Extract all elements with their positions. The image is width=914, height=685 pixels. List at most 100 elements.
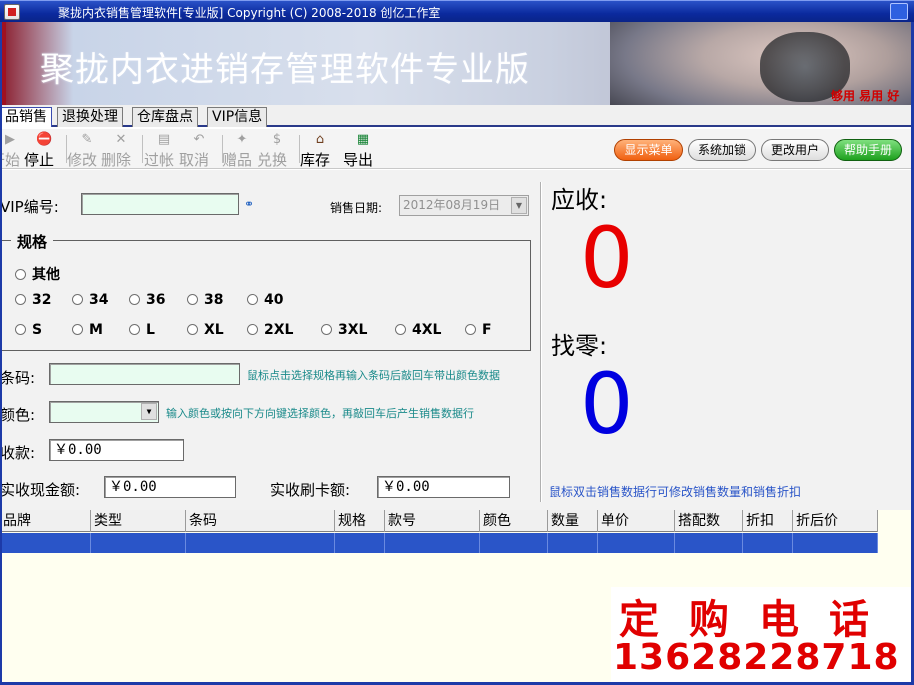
radio-dot — [129, 324, 140, 335]
column-spec[interactable]: 规格 — [335, 510, 385, 532]
export-label: 导出 — [343, 151, 374, 169]
toolbar-separator — [142, 135, 143, 163]
start-label: 开始 — [0, 151, 21, 169]
column-brand[interactable]: 品牌 — [0, 510, 91, 532]
spec-radio-2xl[interactable]: 2XL — [247, 322, 293, 338]
card-input[interactable]: ￥0.00 — [377, 476, 510, 498]
column-discounted-price[interactable]: 折后价 — [793, 510, 878, 532]
gift-label: 赠品 — [222, 151, 253, 169]
show-menu-button[interactable]: 显示菜单 — [614, 139, 683, 161]
radio-dot — [187, 324, 198, 335]
summary-hint: 鼠标双击销售数据行可修改销售数量和销售折扣 — [549, 485, 802, 499]
column-color[interactable]: 颜色 — [480, 510, 548, 532]
tab-sales[interactable]: 品销售 — [0, 107, 52, 127]
color-select[interactable]: ▼ — [49, 401, 159, 423]
edit-label: 修改 — [67, 151, 98, 169]
spec-radio-l[interactable]: L — [129, 322, 155, 338]
order-phone-ad: 定购电话 13628228718 — [611, 587, 914, 682]
system-lock-button[interactable]: 系统加锁 — [688, 139, 756, 161]
tab-vip[interactable]: VIP信息 — [207, 107, 268, 127]
column-barcode[interactable]: 条码 — [186, 510, 335, 532]
stop-button[interactable]: ⛔ 停止 — [24, 132, 64, 169]
barcode-label: 条码: — [0, 369, 36, 387]
radio-dot — [15, 324, 26, 335]
stock-button[interactable]: ⌂ 库存 — [300, 132, 340, 169]
spec-radio-f[interactable]: F — [465, 322, 492, 338]
payment-label: 收款: — [0, 444, 36, 462]
spec-radio-36[interactable]: 36 — [129, 292, 165, 308]
radio-dot — [247, 294, 258, 305]
title-bar: 聚拢内衣销售管理软件[专业版] Copyright (C) 2008-2018 … — [0, 0, 914, 22]
export-button[interactable]: ▦ 导出 — [343, 132, 383, 169]
banner: 聚拢内衣进销存管理软件专业版 够用 易用 好 — [0, 22, 914, 105]
post-label: 过帐 — [144, 151, 175, 169]
home-icon: ⌂ — [315, 132, 325, 147]
banner-slogan: 聚拢内衣进销存管理软件专业版 — [40, 50, 530, 90]
binoculars-icon[interactable]: ⚭ — [244, 197, 254, 211]
radio-dot — [247, 324, 258, 335]
vip-input[interactable] — [81, 193, 239, 215]
table-row[interactable] — [0, 533, 878, 553]
spec-radio-other[interactable]: 其他 — [15, 264, 60, 284]
spec-radio-4xl[interactable]: 4XL — [395, 322, 441, 338]
change-user-button[interactable]: 更改用户 — [761, 139, 829, 161]
exchange-button[interactable]: $ 兑换 — [257, 132, 297, 169]
spec-radio-xl[interactable]: XL — [187, 322, 224, 338]
table-cell[interactable] — [335, 533, 385, 553]
column-unit-price[interactable]: 单价 — [598, 510, 675, 532]
banner-tag: 够用 易用 好 — [831, 89, 900, 103]
table-cell[interactable] — [480, 533, 548, 553]
tab-inventory[interactable]: 仓库盘点 — [132, 107, 198, 127]
change-amount: 0 — [580, 355, 634, 453]
post-icon: ▤ — [157, 132, 171, 147]
cash-input[interactable]: ￥0.00 — [104, 476, 236, 498]
spec-radio-32[interactable]: 32 — [15, 292, 51, 308]
window-title: 聚拢内衣销售管理软件[专业版] Copyright (C) 2008-2018 … — [58, 6, 441, 20]
delete-button[interactable]: ✕ 删除 — [101, 132, 141, 169]
spec-radio-40[interactable]: 40 — [247, 292, 283, 308]
play-icon: ▶ — [5, 132, 15, 147]
spec-radio-m[interactable]: M — [72, 322, 103, 338]
spec-radio-3xl[interactable]: 3XL — [321, 322, 367, 338]
sale-date-picker[interactable]: 2012年08月19日 ▼ — [399, 195, 529, 216]
spec-radio-38[interactable]: 38 — [187, 292, 223, 308]
table-cell[interactable] — [743, 533, 793, 553]
spec-radio-34[interactable]: 34 — [72, 292, 108, 308]
post-button[interactable]: ▤ 过帐 — [144, 132, 184, 169]
column-discount[interactable]: 折扣 — [743, 510, 793, 532]
column-type[interactable]: 类型 — [91, 510, 186, 532]
table-cell[interactable] — [675, 533, 743, 553]
table-cell[interactable] — [91, 533, 186, 553]
column-style-no[interactable]: 款号 — [385, 510, 480, 532]
chevron-down-icon[interactable]: ▼ — [141, 403, 157, 420]
cancel-button[interactable]: ↶ 取消 — [179, 132, 219, 169]
radio-dot — [395, 324, 406, 335]
table-cell[interactable] — [0, 533, 91, 553]
cash-label: 实收现金额: — [0, 481, 81, 499]
exchange-label: 兑换 — [257, 151, 288, 169]
app-icon[interactable] — [4, 4, 20, 20]
table-cell[interactable] — [186, 533, 335, 553]
radio-dot — [129, 294, 140, 305]
spec-radio-s[interactable]: S — [15, 322, 42, 338]
color-label: 颜色: — [0, 406, 36, 424]
column-bundle-count[interactable]: 搭配数 — [675, 510, 743, 532]
gift-button[interactable]: ✦ 赠品 — [222, 132, 262, 169]
tab-returns[interactable]: 退换处理 — [57, 107, 123, 127]
payment-input[interactable]: ￥0.00 — [49, 439, 184, 461]
barcode-input[interactable] — [49, 363, 240, 385]
help-button[interactable]: 帮助手册 — [834, 139, 902, 161]
table-cell[interactable] — [598, 533, 675, 553]
radio-dot — [15, 269, 26, 280]
table-cell[interactable] — [385, 533, 480, 553]
chevron-down-icon[interactable]: ▼ — [511, 197, 527, 214]
table-cell[interactable] — [548, 533, 598, 553]
table-cell[interactable] — [793, 533, 878, 553]
spec-legend: 规格 — [11, 231, 54, 252]
window-close-button[interactable] — [890, 3, 908, 20]
radio-dot — [321, 324, 332, 335]
edit-icon: ✎ — [81, 132, 93, 147]
cancel-label: 取消 — [179, 151, 210, 169]
column-quantity[interactable]: 数量 — [548, 510, 598, 532]
undo-icon: ↶ — [193, 132, 205, 147]
